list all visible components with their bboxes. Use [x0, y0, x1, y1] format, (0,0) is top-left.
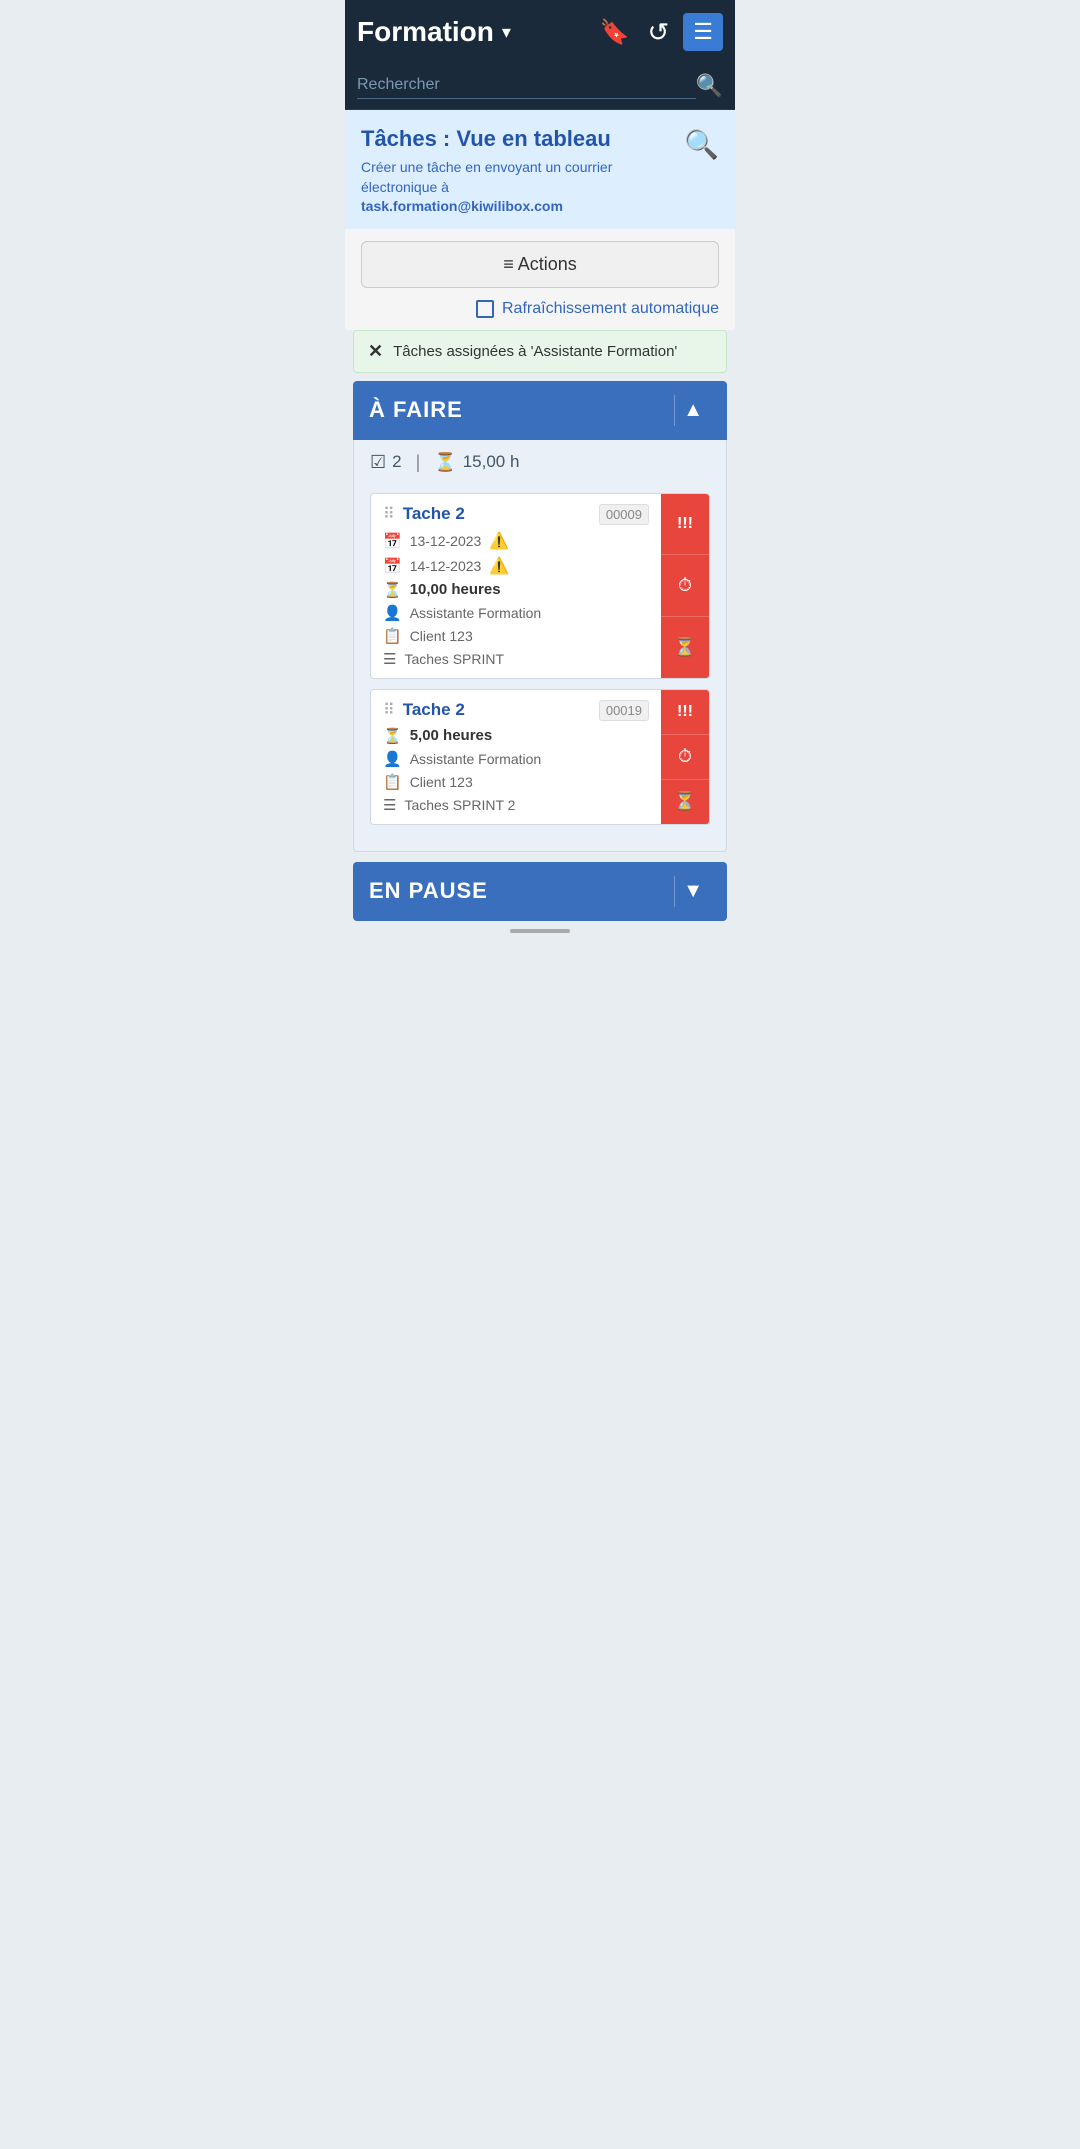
- check-icon: ☑: [370, 452, 386, 473]
- auto-refresh-checkbox[interactable]: [476, 300, 494, 318]
- task-card-main: ⠿ Tache 2 00009 📅 13-12-2023 ⚠️ 📅 14-12-…: [371, 494, 661, 678]
- task-client-value: Client 123: [410, 628, 473, 644]
- task-client-value: Client 123: [410, 774, 473, 790]
- board-title: Tâches : Vue en tableau: [361, 126, 684, 152]
- project-icon: ☰: [383, 650, 396, 668]
- drag-handle-icon[interactable]: ⠿: [383, 700, 395, 720]
- task-title[interactable]: Tache 2: [403, 504, 591, 524]
- task-date1-value: 13-12-2023: [410, 533, 482, 549]
- task-assignee: 👤 Assistante Formation: [383, 604, 649, 622]
- actions-button[interactable]: ≡ Actions: [361, 241, 719, 288]
- task-project-value: Taches SPRINT: [404, 651, 504, 667]
- board-title-area: Tâches : Vue en tableau Créer une tâche …: [361, 126, 684, 217]
- task-project: ☰ Taches SPRINT: [383, 650, 649, 668]
- task-hours: ⏳ 5,00 heures: [383, 727, 649, 745]
- task-hours-value: 10,00 heures: [410, 581, 501, 598]
- menu-button[interactable]: ☰: [683, 13, 723, 51]
- task-hours: ⏳ 10,00 heures: [383, 581, 649, 599]
- filter-close-button[interactable]: ✕: [368, 341, 383, 362]
- history-button[interactable]: ↺: [643, 13, 673, 52]
- task-timer-button[interactable]: ⏱: [661, 735, 709, 780]
- drag-handle-icon[interactable]: ⠿: [383, 504, 395, 524]
- total-hours: 15,00 h: [463, 452, 520, 472]
- warning-red-icon: ⚠️: [489, 556, 509, 576]
- task-card-side: !!! ⏱ ⏳: [661, 690, 709, 824]
- task-date2: 📅 14-12-2023 ⚠️: [383, 556, 649, 576]
- filter-text: Tâches assignées à 'Assistante Formation…: [393, 343, 677, 360]
- task-client: 📋 Client 123: [383, 773, 649, 791]
- actions-area: ≡ Actions: [345, 229, 735, 300]
- stat-separator: |: [416, 452, 421, 473]
- hourglass-task-icon: ⏳: [383, 581, 402, 599]
- task-assignee-value: Assistante Formation: [410, 751, 542, 767]
- user-icon: 👤: [383, 604, 402, 622]
- section-todo-header: À FAIRE ▲: [353, 381, 727, 440]
- scroll-indicator: [510, 929, 570, 933]
- task-card-header: ⠿ Tache 2 00019: [383, 700, 649, 721]
- section-pause-title: EN PAUSE: [369, 878, 488, 904]
- task-card-main: ⠿ Tache 2 00019 ⏳ 5,00 heures 👤 Assistan…: [371, 690, 661, 824]
- task-timesheet-button[interactable]: ⏳: [661, 780, 709, 824]
- bottom-bar: [345, 921, 735, 941]
- header-icons: 🔖 ↺ ☰: [596, 13, 723, 52]
- task-timesheet-button[interactable]: ⏳: [661, 617, 709, 678]
- user-icon: 👤: [383, 750, 402, 768]
- client-icon: 📋: [383, 773, 402, 791]
- board-email[interactable]: task.formation@kiwilibox.com: [361, 198, 563, 214]
- board-header: Tâches : Vue en tableau Créer une tâche …: [345, 110, 735, 229]
- task-card-header: ⠿ Tache 2 00009: [383, 504, 649, 525]
- task-count-stat: ☑ 2: [370, 452, 402, 473]
- app-header: Formation ▾ 🔖 ↺ ☰: [345, 0, 735, 64]
- task-timer-button[interactable]: ⏱: [661, 555, 709, 617]
- project-icon: ☰: [383, 796, 396, 814]
- bookmark-button[interactable]: 🔖: [596, 14, 634, 51]
- task-card: ⠿ Tache 2 00019 ⏳ 5,00 heures 👤 Assistan…: [370, 689, 710, 825]
- section-todo-toggle[interactable]: ▲: [674, 395, 711, 426]
- search-button[interactable]: 🔍: [696, 73, 723, 99]
- task-date1: 📅 13-12-2023 ⚠️: [383, 531, 649, 551]
- section-todo-title: À FAIRE: [369, 397, 463, 423]
- task-hours-value: 5,00 heures: [410, 727, 493, 744]
- search-bar: 🔍: [345, 64, 735, 110]
- task-card-side: !!! ⏱ ⏳: [661, 494, 709, 678]
- task-project: ☰ Taches SPRINT 2: [383, 796, 649, 814]
- tasks-container: ⠿ Tache 2 00009 📅 13-12-2023 ⚠️ 📅 14-12-…: [353, 485, 727, 852]
- section-pause-toggle[interactable]: ▼: [674, 876, 711, 907]
- warning-icon: ⚠️: [489, 531, 509, 551]
- auto-refresh-label[interactable]: Rafraîchissement automatique: [502, 300, 719, 318]
- main-content: Tâches : Vue en tableau Créer une tâche …: [345, 110, 735, 941]
- task-priority-button[interactable]: !!!: [661, 494, 709, 556]
- task-client: 📋 Client 123: [383, 627, 649, 645]
- app-title: Formation: [357, 16, 494, 48]
- board-search-icon[interactable]: 🔍: [684, 128, 719, 161]
- task-assignee-value: Assistante Formation: [410, 605, 542, 621]
- auto-refresh-area: Rafraîchissement automatique: [345, 300, 735, 330]
- hourglass-icon: ⏳: [434, 452, 456, 473]
- hours-stat: ⏳ 15,00 h: [434, 452, 519, 473]
- search-input[interactable]: [357, 72, 696, 99]
- header-left: Formation ▾: [357, 16, 511, 48]
- calendar-icon: 📅: [383, 532, 402, 550]
- section-pause-header: EN PAUSE ▼: [353, 862, 727, 921]
- task-date2-value: 14-12-2023: [410, 558, 482, 574]
- section-stats: ☑ 2 | ⏳ 15,00 h: [353, 440, 727, 485]
- task-id: 00009: [599, 504, 649, 525]
- task-count: 2: [392, 452, 401, 472]
- dropdown-icon[interactable]: ▾: [502, 22, 511, 43]
- board-subtitle: Créer une tâche en envoyant un courrier …: [361, 158, 684, 217]
- hourglass-task-icon: ⏳: [383, 727, 402, 745]
- task-assignee: 👤 Assistante Formation: [383, 750, 649, 768]
- client-icon: 📋: [383, 627, 402, 645]
- task-card: ⠿ Tache 2 00009 📅 13-12-2023 ⚠️ 📅 14-12-…: [370, 493, 710, 679]
- calendar-x-icon: 📅: [383, 557, 402, 575]
- task-priority-button[interactable]: !!!: [661, 690, 709, 735]
- task-id: 00019: [599, 700, 649, 721]
- task-project-value: Taches SPRINT 2: [404, 797, 515, 813]
- task-title[interactable]: Tache 2: [403, 700, 591, 720]
- filter-badge: ✕ Tâches assignées à 'Assistante Formati…: [353, 330, 727, 373]
